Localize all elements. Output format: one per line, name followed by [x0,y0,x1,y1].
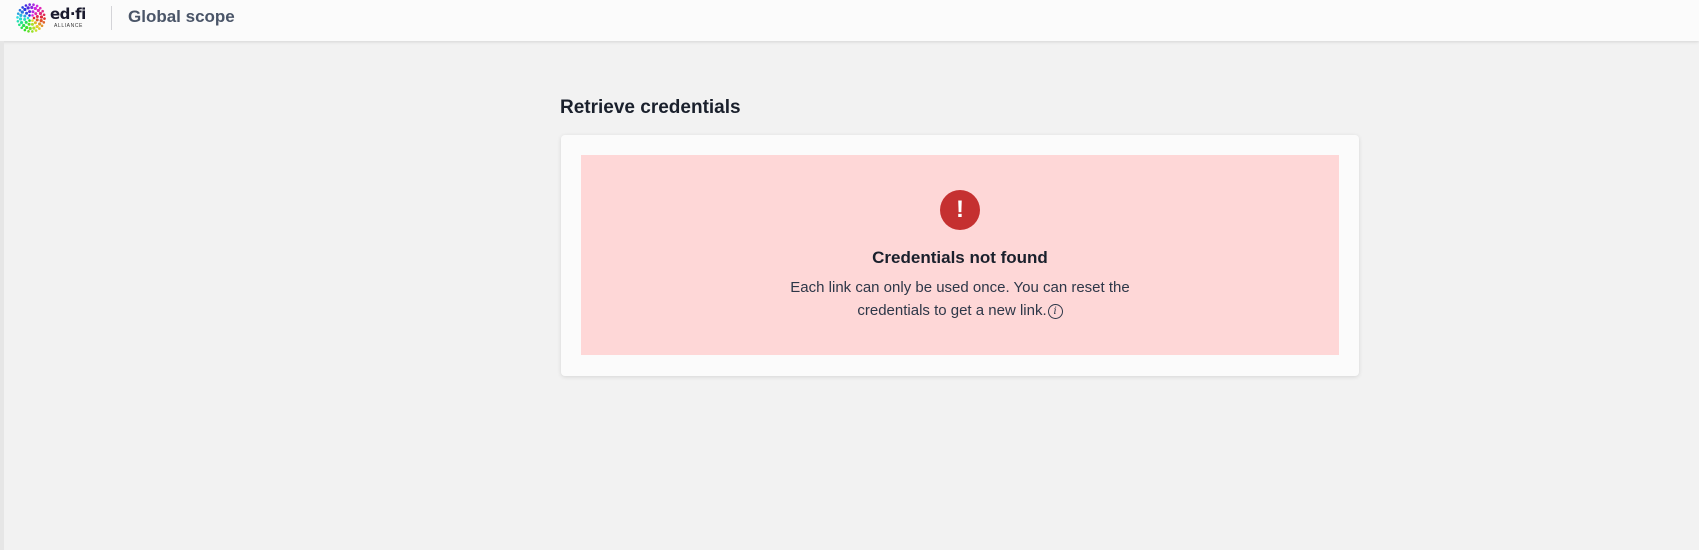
exclamation-icon: ! [940,190,980,230]
scope-title: Global scope [128,7,235,26]
top-bar: ed·fi ALLIANCE Global scope [0,0,1699,41]
edfi-logo-mark-icon [16,3,46,33]
header-divider [111,6,112,30]
edfi-logo[interactable]: ed·fi ALLIANCE [16,3,96,33]
error-alert: ! Credentials not found Each link can on… [581,155,1339,355]
page-title: Retrieve credentials [560,97,741,118]
left-edge-strip [0,41,4,550]
alert-title: Credentials not found [872,248,1048,267]
info-icon[interactable]: i [1047,304,1063,319]
alert-message: Each link can only be used once. You can… [790,279,1130,319]
logo-wordmark: ed·fi [50,5,86,23]
credentials-card: ! Credentials not found Each link can on… [561,135,1359,376]
alert-message-container: Each link can only be used once. You can… [770,276,1150,322]
logo-subtext: ALLIANCE [54,23,83,29]
